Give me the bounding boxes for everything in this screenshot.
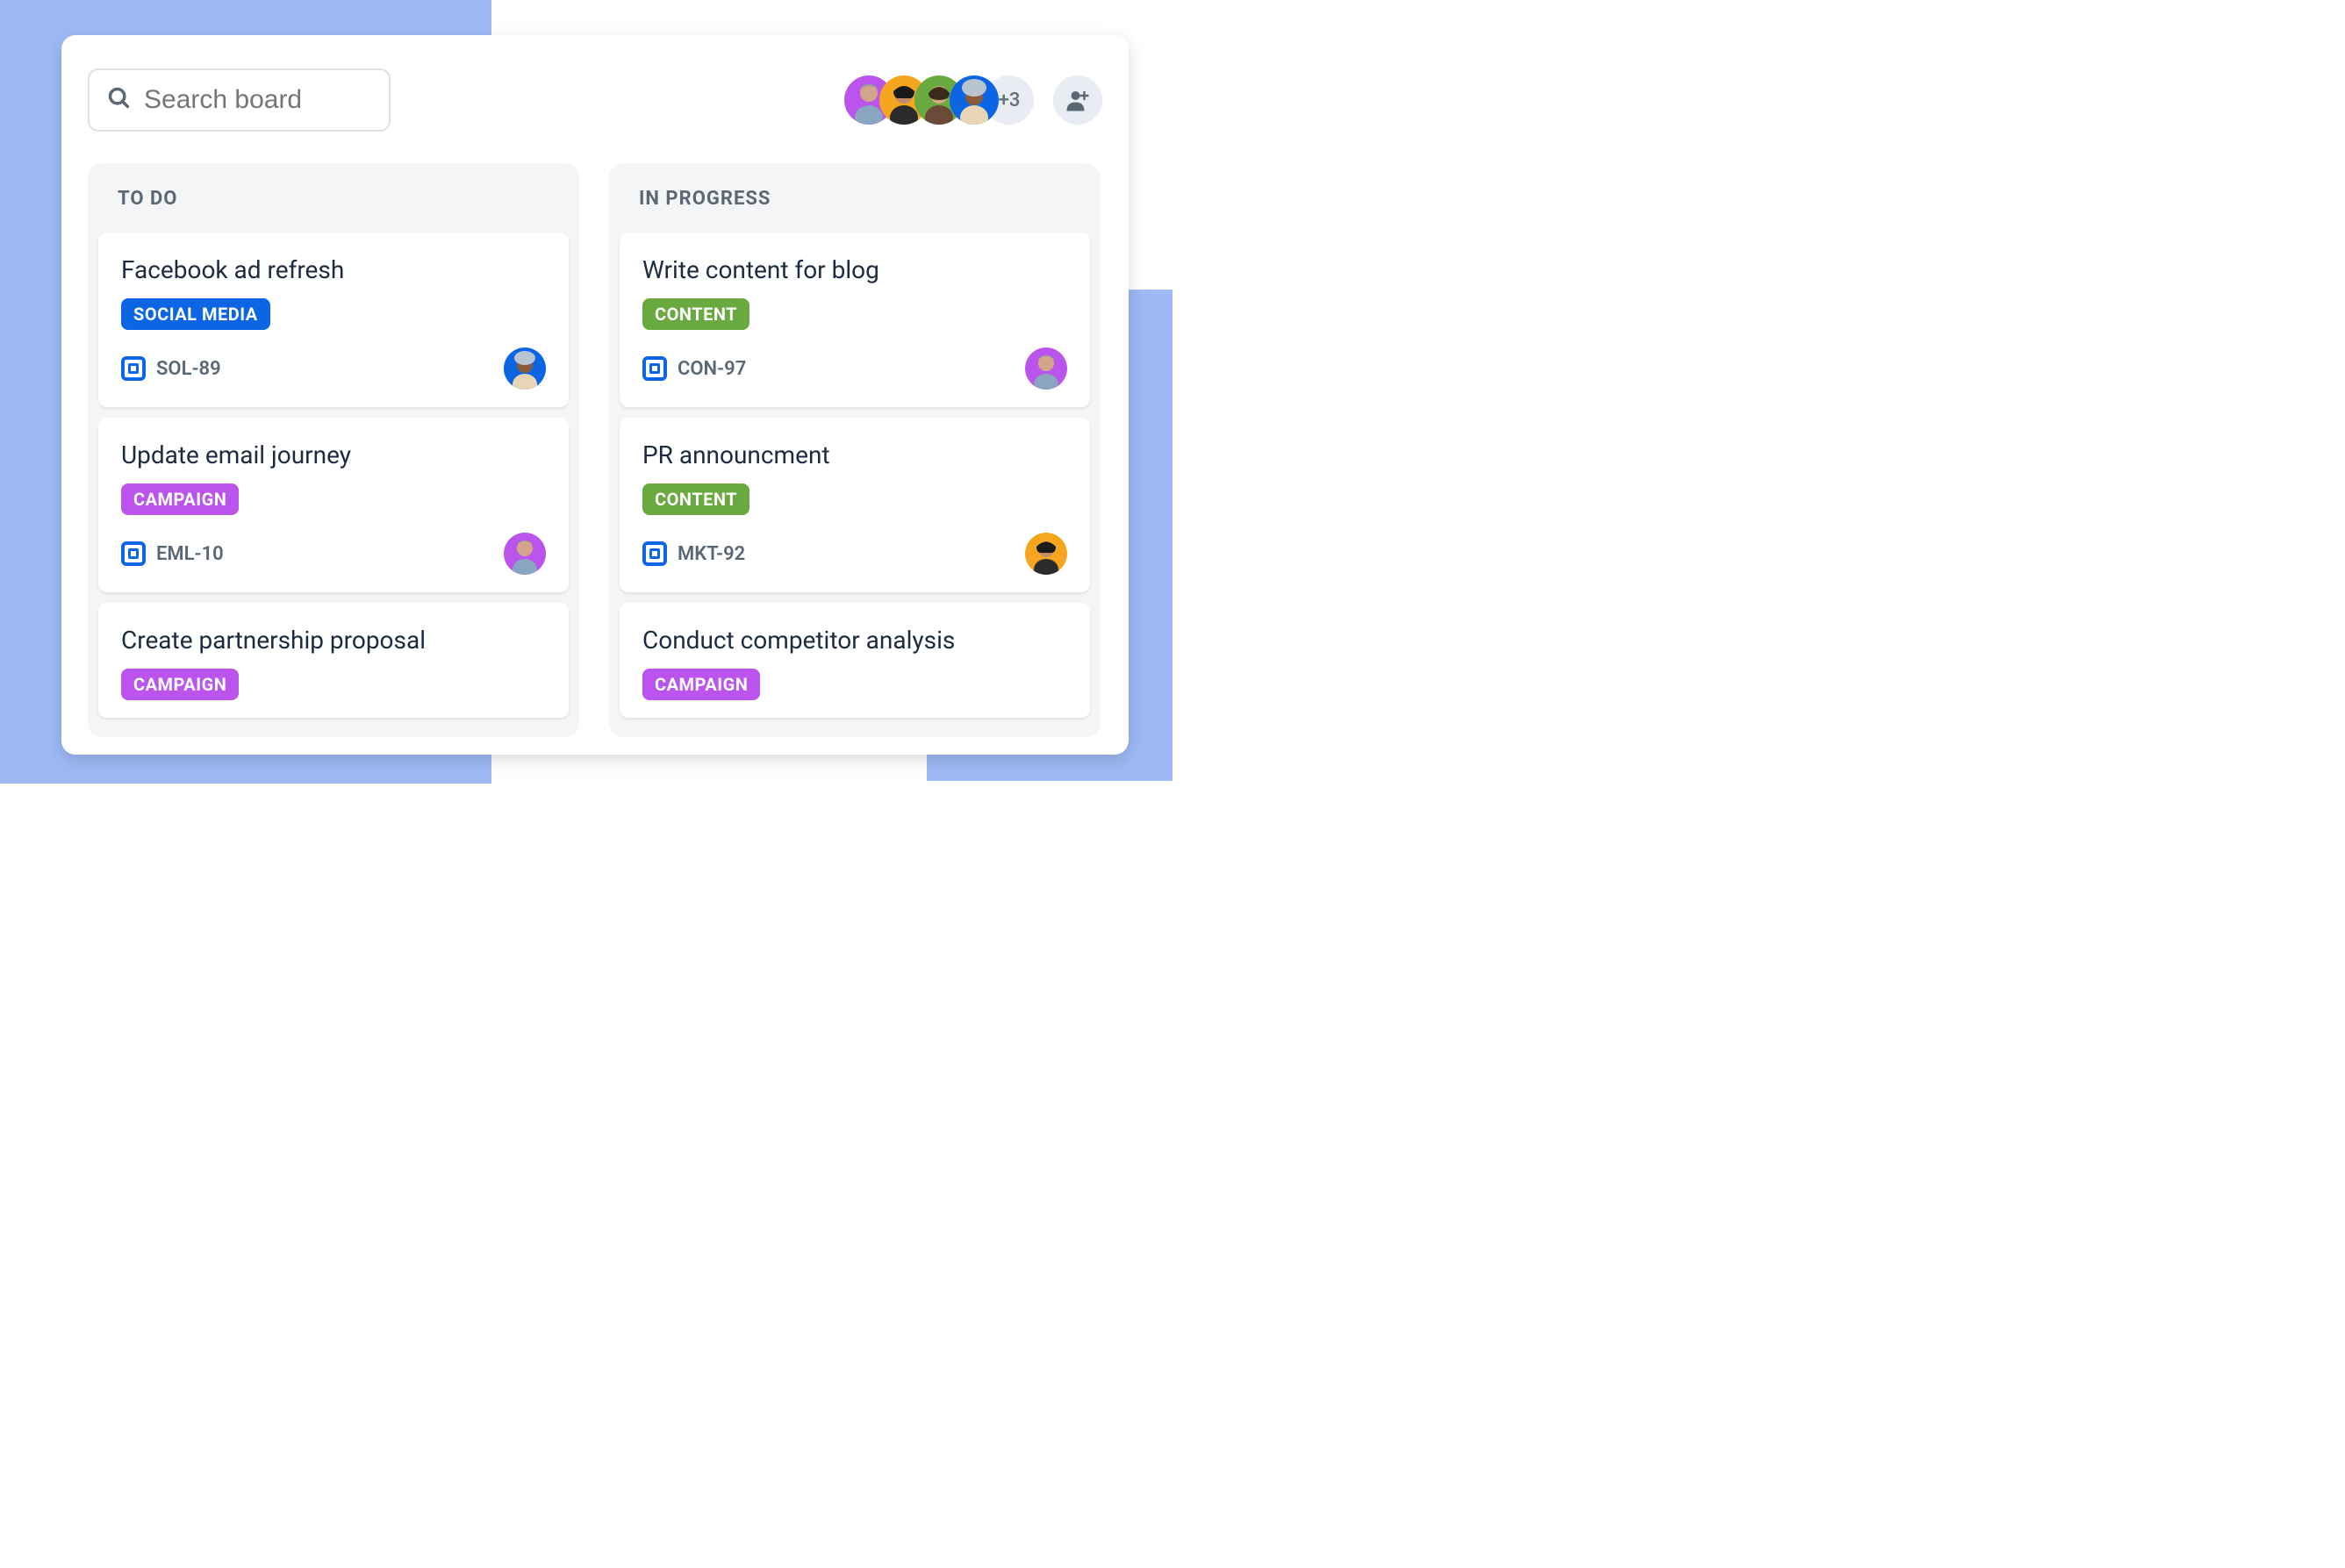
card-tag: CAMPAIGN [121,669,239,700]
assignee-avatar[interactable] [1025,533,1067,575]
card-title: Write content for blog [642,255,1067,284]
task-type-icon [121,541,146,566]
card[interactable]: Update email journey CAMPAIGN EML-10 [98,418,569,592]
assignee-avatar[interactable] [1025,347,1067,390]
card-tag: CONTENT [642,483,749,515]
card[interactable]: Write content for blog CONTENT CON-97 [620,233,1090,407]
card-tag: CONTENT [642,298,749,330]
column-header: IN PROGRESS [609,163,1101,233]
search-input-wrap[interactable] [88,68,391,132]
card-title: Conduct competitor analysis [642,626,1067,655]
add-user-button[interactable] [1053,75,1102,125]
card-id: EML-10 [156,543,224,565]
kanban-board-panel: +3 TO DO Facebook ad refresh SOCIAL MEDI… [61,35,1129,755]
assignee-avatar[interactable] [504,347,546,390]
card-tag: CAMPAIGN [121,483,239,515]
avatar-group: +3 [844,75,1102,125]
assignee-avatar[interactable] [504,533,546,575]
card-footer: EML-10 [121,533,546,575]
card[interactable]: Conduct competitor analysis CAMPAIGN [620,603,1090,718]
column-header: TO DO [88,163,579,233]
card-id: MKT-92 [678,543,745,565]
card[interactable]: PR announcment CONTENT MKT-92 [620,418,1090,592]
search-icon [107,86,132,114]
avatar[interactable] [950,75,999,125]
card-title: Facebook ad refresh [121,255,546,284]
card-id: SOL-89 [156,358,221,380]
card-title: Update email journey [121,440,546,469]
card[interactable]: Facebook ad refresh SOCIAL MEDIA SOL-89 [98,233,569,407]
task-type-icon [642,356,667,381]
card-footer: CON-97 [642,347,1067,390]
card-title: Create partnership proposal [121,626,546,655]
task-type-icon [121,356,146,381]
column-todo: TO DO Facebook ad refresh SOCIAL MEDIA S… [88,163,579,737]
card-tag: SOCIAL MEDIA [121,298,270,330]
card-id: CON-97 [678,358,746,380]
card[interactable]: Create partnership proposal CAMPAIGN [98,603,569,718]
card-tag: CAMPAIGN [642,669,760,700]
column-in-progress: IN PROGRESS Write content for blog CONTE… [609,163,1101,737]
card-title: PR announcment [642,440,1067,469]
task-type-icon [642,541,667,566]
columns-container: TO DO Facebook ad refresh SOCIAL MEDIA S… [88,163,1102,737]
top-bar: +3 [88,68,1102,132]
search-input[interactable] [144,85,371,115]
card-footer: MKT-92 [642,533,1067,575]
card-footer: SOL-89 [121,347,546,390]
